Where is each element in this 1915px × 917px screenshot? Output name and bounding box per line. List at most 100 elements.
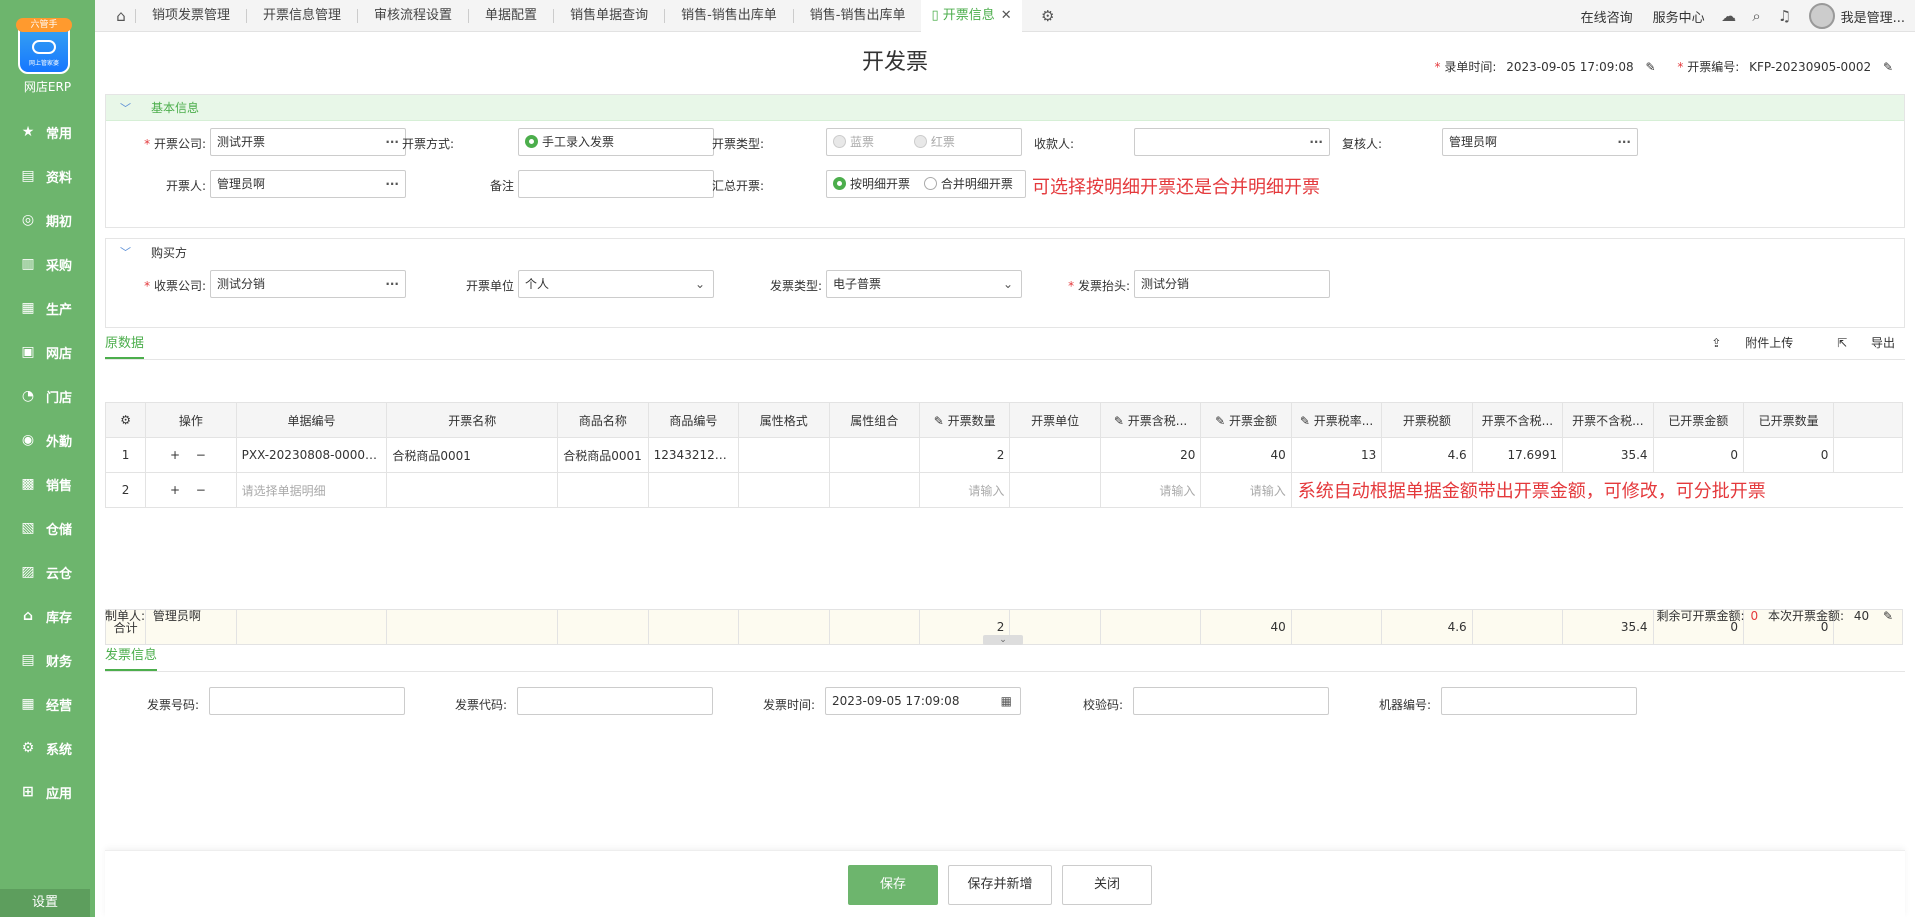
sidebar-item-3[interactable]: ▥ 采购: [0, 242, 95, 286]
cell-amount[interactable]: 请输入: [1200, 472, 1292, 508]
basic-info-title: 基本信息: [151, 101, 200, 115]
cell-qty[interactable]: 请输入: [918, 472, 1011, 508]
sidebar-item-14[interactable]: ⚙ 系统: [0, 726, 95, 770]
sidebar-item-1[interactable]: ▤ 资料: [0, 154, 95, 198]
tab-2[interactable]: 审核流程设置: [357, 8, 468, 23]
sidebar-item-12[interactable]: ▤ 财务: [0, 638, 95, 682]
export-button[interactable]: ⇱ 导出: [1817, 336, 1895, 350]
sidebar-item-4[interactable]: ▦ 生产: [0, 286, 95, 330]
sidebar-item-9[interactable]: ▧ 仓储: [0, 506, 95, 550]
online-consult-button[interactable]: 在线咨询: [1571, 7, 1643, 26]
inv-type-select[interactable]: 电子普票 ⌄: [826, 270, 1022, 298]
cell-price-tax[interactable]: 请输入: [1099, 472, 1202, 508]
payee-field[interactable]: ···: [1134, 128, 1330, 156]
cell-attr-fmt: [738, 472, 830, 508]
header-field[interactable]: 测试分销: [1134, 270, 1330, 298]
search-icon[interactable]: ⌕: [1743, 7, 1771, 25]
nav-icon: ▨: [21, 564, 35, 580]
machine-field[interactable]: [1441, 687, 1637, 715]
more-icon[interactable]: ···: [385, 171, 399, 197]
nav-icon: ◉: [21, 432, 35, 448]
table-header-row: ⚙ 操作 单据编号 开票名称 商品名称 商品编号 属性格式 属性组合 ✎ 开票数…: [104, 402, 1903, 438]
tab-4[interactable]: 销售单据查询: [553, 8, 664, 23]
tab-3[interactable]: 单据配置: [468, 8, 553, 23]
tab-0[interactable]: 销项发票管理: [135, 8, 246, 23]
amount-note: 系统自动根据单据金额带出开票金额，可修改，可分批开票: [1297, 481, 1766, 502]
cell-inv-name[interactable]: [386, 472, 559, 508]
tab-invoice-info[interactable]: 发票信息: [105, 644, 158, 671]
drawer-field[interactable]: 管理员啊 ···: [210, 170, 406, 198]
sidebar-item-10[interactable]: ▨ 云仓: [0, 550, 95, 594]
cloud-download-icon[interactable]: ☁: [1715, 7, 1743, 25]
unit-select[interactable]: 个人 ⌄: [518, 270, 714, 298]
inv-time-field[interactable]: 2023-09-05 17:09:08 ▦: [825, 687, 1021, 715]
cell-qty[interactable]: 2: [918, 437, 1011, 473]
recv-company-field[interactable]: 测试分销 ···: [210, 270, 406, 298]
service-center-button[interactable]: 服务中心: [1643, 7, 1715, 26]
reviewer-field[interactable]: 管理员啊 ···: [1442, 128, 1638, 156]
cell-bill-no[interactable]: 请选择单据明细: [235, 472, 388, 508]
bell-icon[interactable]: ♫: [1771, 7, 1799, 25]
tab-source-data[interactable]: 原数据: [105, 332, 145, 359]
sidebar-item-0[interactable]: ★ 常用: [0, 110, 95, 154]
upload-button[interactable]: ⇪ 附件上传: [1691, 336, 1793, 350]
row-ops[interactable]: + −: [145, 437, 237, 473]
sidebar-item-6[interactable]: ◔ 门店: [0, 374, 95, 418]
close-button[interactable]: 关闭: [1062, 865, 1152, 905]
more-icon[interactable]: ···: [385, 271, 399, 297]
drawer-label: 开票人:: [165, 179, 206, 193]
sidebar-item-7[interactable]: ◉ 外勤: [0, 418, 95, 462]
radio-detail[interactable]: [833, 177, 846, 190]
reviewer-label: 复核人:: [1341, 137, 1382, 151]
col-ops: 操作: [145, 402, 237, 438]
edit-icon[interactable]: ✎: [1883, 60, 1893, 74]
settings-button[interactable]: 设置: [0, 889, 90, 917]
basic-info-section: ﹀ 基本信息 * 开票公司: 测试开票 ··· 开票方式: 手工录入发票 开票类型…: [105, 94, 1905, 228]
save-new-button[interactable]: 保存并新增: [948, 865, 1052, 905]
radio-merge[interactable]: [923, 177, 937, 190]
col-tax: 开票税额: [1381, 402, 1473, 438]
edit-icon[interactable]: ✎: [1645, 60, 1655, 74]
sidebar-item-5[interactable]: ▣ 网店: [0, 330, 95, 374]
tab-1[interactable]: 开票信息管理: [246, 8, 357, 23]
sidebar-item-13[interactable]: ▦ 经营: [0, 682, 95, 726]
sidebar-item-label: 外勤: [46, 434, 73, 450]
buyer-header[interactable]: ﹀ 购买方: [106, 239, 1904, 265]
cell-rate[interactable]: 13: [1290, 437, 1383, 473]
sidebar-item-11[interactable]: ⌂ 库存: [0, 594, 95, 638]
calendar-icon[interactable]: ▦: [1001, 688, 1012, 714]
col-attr-combo: 属性组合: [828, 402, 920, 438]
save-button[interactable]: 保存: [848, 865, 938, 905]
tab-6[interactable]: 销售-销售出库单: [792, 8, 922, 23]
home-icon[interactable]: ⌂: [107, 7, 135, 25]
inv-code-field[interactable]: [517, 687, 713, 715]
inv-no-field[interactable]: [209, 687, 405, 715]
cell-bill-no[interactable]: PXX-20230808-000000...: [235, 437, 388, 473]
check-field[interactable]: [1133, 687, 1329, 715]
user-name[interactable]: 我是管理...: [1841, 7, 1915, 26]
cell-price-tax[interactable]: 20: [1099, 437, 1202, 473]
edit-icon[interactable]: ✎: [1883, 609, 1893, 623]
sidebar-item-15[interactable]: ⊞ 应用: [0, 770, 95, 814]
sidebar-item-8[interactable]: ▩ 销售: [0, 462, 95, 506]
avatar[interactable]: [1808, 3, 1835, 29]
cell-amount[interactable]: 40: [1200, 437, 1292, 473]
basic-info-header[interactable]: ﹀ 基本信息: [106, 95, 1904, 121]
sidebar-item-2[interactable]: ◎ 期初: [0, 198, 95, 242]
column-settings-icon[interactable]: ⚙: [104, 402, 147, 438]
gear-icon[interactable]: ⚙: [1034, 7, 1062, 25]
tab-5[interactable]: 销售-销售出库单: [664, 8, 793, 23]
col-invoiced-amt: 已开票金额: [1652, 402, 1744, 438]
nav-icon: ▣: [21, 344, 35, 360]
nav-icon: ★: [21, 124, 35, 140]
sidebar-item-label: 仓储: [46, 522, 73, 538]
cell-inv-name[interactable]: 合税商品0001: [386, 437, 559, 473]
payee-label: 收款人:: [1033, 137, 1074, 151]
inv-type-label: 发票类型:: [769, 279, 822, 293]
summary-field[interactable]: 按明细开票 合并明细开票: [826, 170, 1026, 198]
sidebar-item-label: 门店: [46, 390, 73, 406]
more-icon[interactable]: ···: [1617, 129, 1631, 155]
tab-active[interactable]: ▯ 开票信息 ✕: [921, 0, 1022, 32]
close-icon[interactable]: ✕: [1001, 8, 1012, 23]
row-ops[interactable]: + −: [145, 472, 237, 508]
